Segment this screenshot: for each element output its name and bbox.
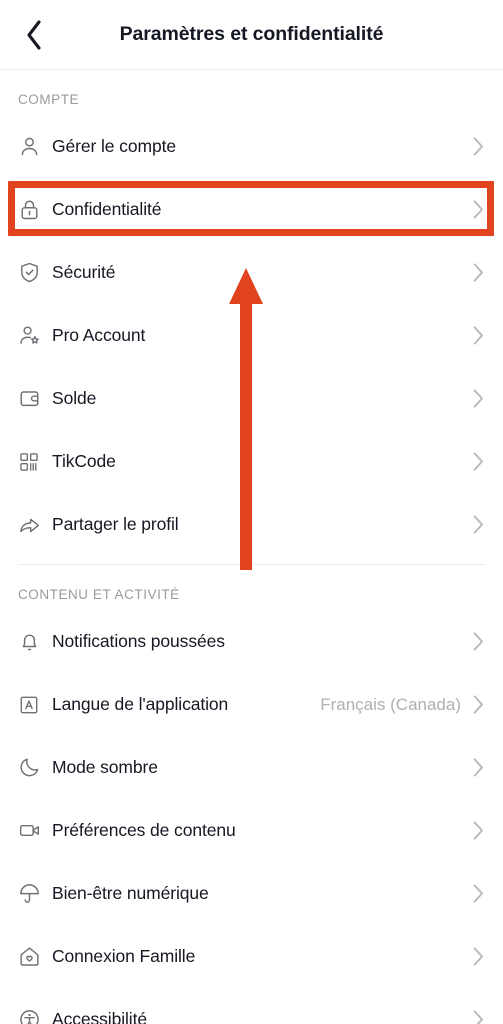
chevron-left-icon [24,19,44,51]
wallet-icon [18,384,52,414]
person-icon [18,132,52,162]
settings-row-label: Pro Account [52,325,471,346]
settings-row-preferences-de-contenu[interactable]: Préférences de contenu [0,799,503,862]
person-star-icon [18,321,52,351]
umbrella-icon [18,879,52,909]
section-header-compte: COMPTE [0,70,503,115]
share-arrow-icon [18,510,52,540]
chevron-right-icon [471,389,485,408]
settings-screen: Paramètres et confidentialité COMPTE Gér… [0,0,503,1024]
chevron-right-icon [471,947,485,966]
settings-row-label: Sécurité [52,262,471,283]
settings-row-label: Mode sombre [52,757,471,778]
settings-row-gerer-le-compte[interactable]: Gérer le compte [0,115,503,178]
settings-row-label: Notifications poussées [52,631,471,652]
settings-row-label: TikCode [52,451,471,472]
chevron-right-icon [471,137,485,156]
bell-icon [18,627,52,657]
chevron-right-icon [471,200,485,219]
settings-row-label: Solde [52,388,471,409]
chevron-right-icon [471,452,485,471]
settings-row-label: Préférences de contenu [52,820,471,841]
chevron-right-icon [471,695,485,714]
settings-row-tikcode[interactable]: TikCode [0,430,503,493]
accessibility-icon [18,1005,52,1024]
chevron-right-icon [471,326,485,345]
settings-row-connexion-famille[interactable]: Connexion Famille [0,925,503,988]
chevron-right-icon [471,758,485,777]
settings-row-label: Langue de l'application [52,694,320,715]
shield-check-icon [18,258,52,288]
settings-row-confidentialite[interactable]: Confidentialité [0,178,503,241]
settings-row-label: Confidentialité [52,199,471,220]
app-header: Paramètres et confidentialité [0,0,503,70]
chevron-right-icon [471,821,485,840]
settings-row-value: Français (Canada) [320,695,461,715]
chevron-right-icon [471,632,485,651]
section-contenu-activite: CONTENU ET ACTIVITÉ Notifications poussé… [0,565,503,1024]
house-heart-icon [18,942,52,972]
settings-row-label: Bien-être numérique [52,883,471,904]
settings-row-notifications-poussees[interactable]: Notifications poussées [0,610,503,673]
page-title: Paramètres et confidentialité [0,23,503,46]
section-compte: COMPTE Gérer le compte [0,70,503,556]
settings-row-label: Connexion Famille [52,946,471,967]
settings-row-bien-etre-numerique[interactable]: Bien-être numérique [0,862,503,925]
chevron-right-icon [471,263,485,282]
chevron-right-icon [471,884,485,903]
back-button[interactable] [12,13,56,57]
qr-code-icon [18,447,52,477]
settings-row-solde[interactable]: Solde [0,367,503,430]
settings-row-securite[interactable]: Sécurité [0,241,503,304]
section-header-contenu-activite: CONTENU ET ACTIVITÉ [0,565,503,610]
chevron-right-icon [471,1010,485,1024]
video-camera-icon [18,816,52,846]
settings-row-accessibilite[interactable]: Accessibilité [0,988,503,1024]
chevron-right-icon [471,515,485,534]
settings-row-label: Accessibilité [52,1009,471,1024]
settings-row-pro-account[interactable]: Pro Account [0,304,503,367]
settings-row-partager-le-profil[interactable]: Partager le profil [0,493,503,556]
settings-row-mode-sombre[interactable]: Mode sombre [0,736,503,799]
settings-row-label: Gérer le compte [52,136,471,157]
lock-icon [18,195,52,225]
settings-row-langue-de-l-application[interactable]: Langue de l'application Français (Canada… [0,673,503,736]
moon-icon [18,753,52,783]
settings-row-label: Partager le profil [52,514,471,535]
language-a-icon [18,690,52,720]
